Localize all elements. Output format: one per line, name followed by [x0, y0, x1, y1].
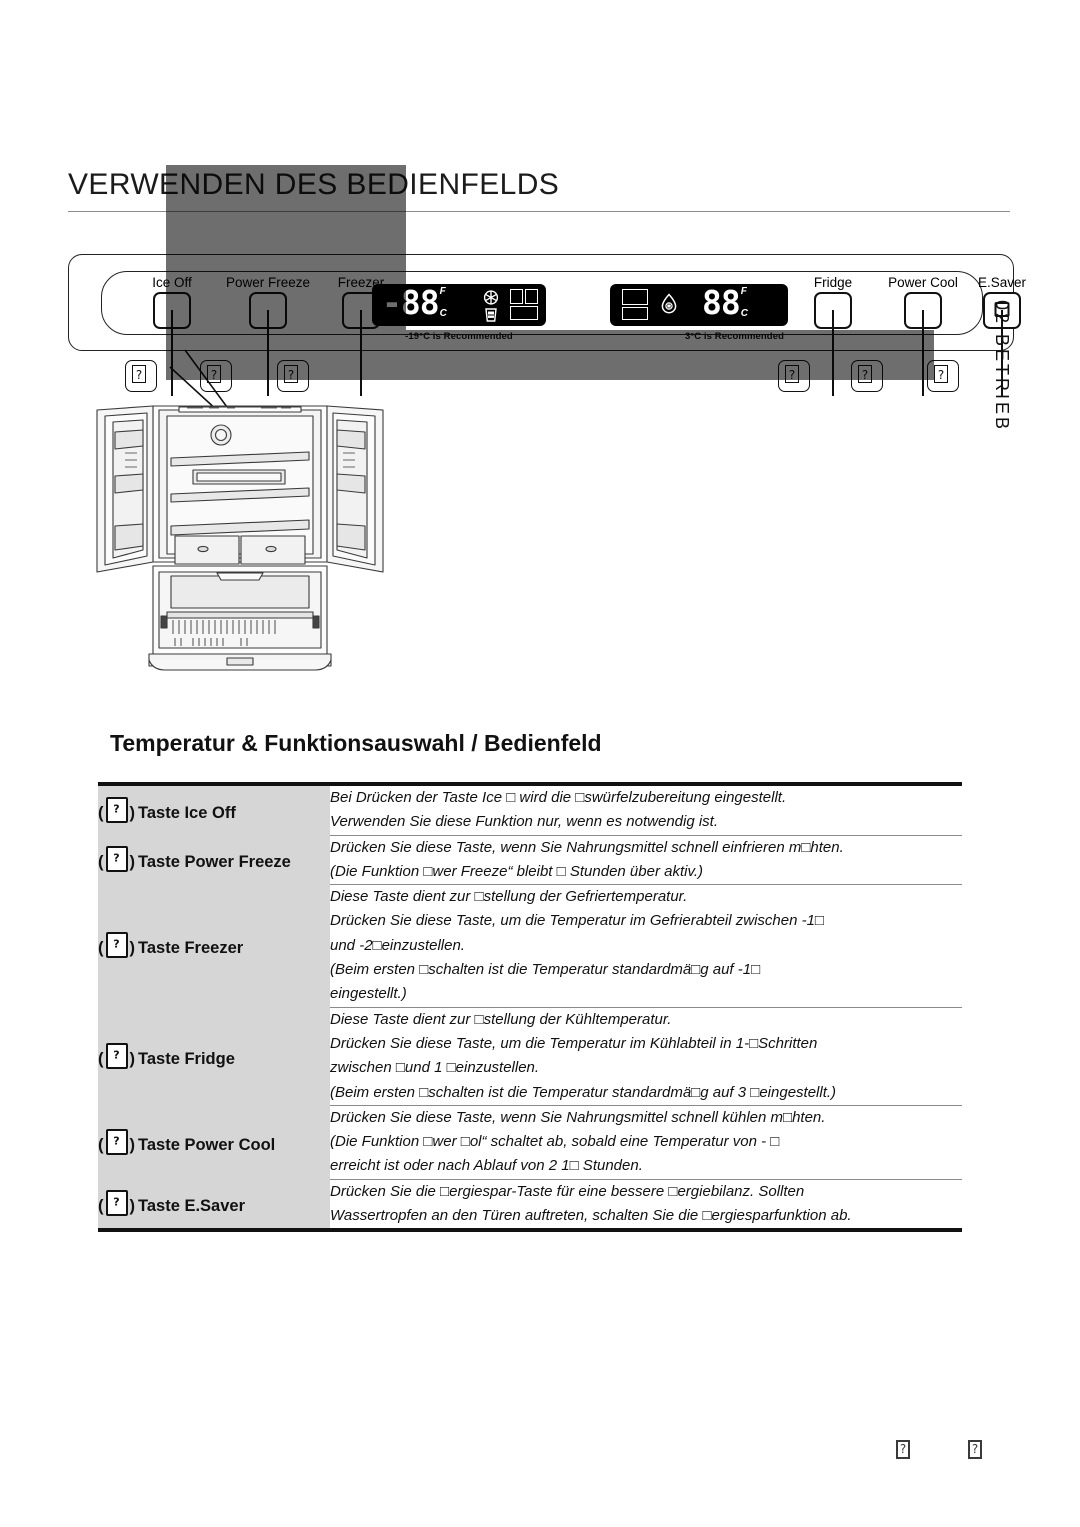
- row-desc-e-saver: Drücken Sie die □ergiespar-Taste für ein…: [330, 1178, 962, 1229]
- desc-line: Diese Taste dient zur □stellung der Gefr…: [330, 888, 688, 906]
- glyph-box-icon: ?: [105, 1042, 128, 1069]
- desc-line: Bei Drücken der Taste Ice □ wird die □sw…: [330, 789, 787, 806]
- fridge-temp-value: 88: [702, 283, 741, 322]
- row-key-label: Taste Fridge: [138, 1049, 235, 1068]
- snowflake-icon: [483, 290, 499, 305]
- glyph-char: ?: [113, 851, 120, 865]
- desc-line: zwischen □und 1 □einzustellen.: [330, 1059, 540, 1077]
- desc-line: Drücken Sie diese Taste, um die Temperat…: [330, 912, 824, 930]
- glyph-box-icon: ?: [105, 1190, 128, 1217]
- function-table-body: (?) Taste Ice Off Bei Drücken der Taste I…: [98, 786, 962, 1229]
- row-key-label-2: Cool: [238, 1135, 276, 1154]
- desc-line: Drücken Sie diese Taste, wenn Sie Nahrun…: [330, 1108, 826, 1126]
- desc-line: (Die Funktion □wer Freeze“ bleibt □ Stun…: [330, 862, 704, 880]
- table-row: (?) Taste Freezer Diese Taste dient zur □…: [98, 884, 962, 1008]
- desc-line: eingestellt.): [330, 985, 407, 1003]
- desc-line: (Beim ersten □schalten ist die Temperatu…: [330, 1083, 837, 1101]
- paren-close: ): [129, 1197, 136, 1216]
- desc-line: (Beim ersten □schalten ist die Temperatu…: [330, 961, 761, 979]
- footer-glyph-right: ?: [968, 1440, 982, 1459]
- table-row: (?) Taste Fridge Diese Taste dient zur □s…: [98, 1006, 962, 1106]
- paren-open: (: [98, 803, 104, 822]
- paren-close: ): [129, 1135, 136, 1154]
- desc-line: erreicht ist oder nach Ablauf von 2 1□ S…: [330, 1157, 643, 1175]
- row-key-label: Taste Ice Off: [138, 803, 236, 822]
- table-row: (?) Taste Power Cool Drücken Sie diese Ta…: [98, 1104, 962, 1180]
- unit-fahrenheit: F: [439, 286, 446, 297]
- gray-overlay-band: [166, 165, 406, 380]
- function-table: (?) Taste Ice Off Bei Drücken der Taste I…: [98, 782, 962, 1233]
- row-key-label: Taste Power: [138, 853, 234, 872]
- fridge-display: 88 F C 3°C is Recommended: [610, 284, 788, 342]
- unit-fahrenheit: F: [740, 286, 747, 297]
- desc-line: und -2□einzustellen.: [330, 936, 465, 954]
- row-key-label: Taste Freezer: [138, 939, 244, 958]
- desc-line: Drücken Sie die □ergiespar-Taste für ein…: [330, 1182, 805, 1200]
- row-desc-power-cool: Drücken Sie diese Taste, wenn Sie Nahrun…: [330, 1104, 962, 1180]
- row-desc-fridge: Diese Taste dient zur □stellung der Kühl…: [330, 1006, 962, 1106]
- ice-off-icon: [485, 308, 497, 322]
- row-key-fridge: (?) Taste Fridge: [98, 1007, 330, 1106]
- paren-close: ): [129, 939, 136, 958]
- desc-line: Drücken Sie diese Taste, um die Temperat…: [330, 1034, 818, 1052]
- fridge-temp-readout: 88 F C: [702, 286, 748, 319]
- row-key-power-freeze: (?) Taste Power Freeze: [98, 835, 330, 885]
- paren-close: ): [129, 853, 136, 872]
- row-desc-power-freeze: Drücken Sie diese Taste, wenn Sie Nahrun…: [330, 834, 962, 885]
- desc-line: Diese Taste dient zur □stellung der Kühl…: [330, 1010, 672, 1028]
- compartment-icon: [510, 289, 538, 321]
- paren-close: ): [129, 1049, 136, 1068]
- glyph-box: ?: [934, 365, 948, 383]
- row-key-freezer: (?) Taste Freezer: [98, 884, 330, 1008]
- glyph-box-icon: ?: [105, 932, 128, 959]
- table-row: (?) Taste Ice Off Bei Drücken der Taste I…: [98, 786, 962, 836]
- glyph-box-icon: ?: [105, 796, 128, 823]
- row-desc-ice-off: Bei Drücken der Taste Ice □ wird die □sw…: [330, 786, 962, 836]
- desc-line: Verwenden Sie diese Funktion nur, wenn e…: [330, 813, 719, 831]
- water-drop-icon: [661, 293, 677, 314]
- row-desc-freezer: Diese Taste dient zur □stellung der Gefr…: [330, 884, 962, 1008]
- row-key-label: Taste Power: [138, 1135, 234, 1154]
- unit-celsius: C: [439, 308, 447, 319]
- desc-line: Wassertropfen an den Türen auftreten, sc…: [330, 1207, 852, 1225]
- glyph-box-icon: ?: [105, 846, 128, 873]
- row-key-label-2: Freeze: [238, 853, 291, 872]
- compartment-icon: [622, 289, 648, 321]
- panel-button-power-cool[interactable]: Power Cool: [880, 275, 966, 396]
- paren-close: ): [129, 803, 136, 822]
- panel-button-label: Fridge: [813, 275, 853, 290]
- glyph-char: ?: [113, 1134, 120, 1148]
- desc-line: (Die Funktion □wer □ol“ schaltet ab, sob…: [330, 1133, 780, 1151]
- gray-overlay-band-strip: [406, 330, 934, 380]
- row-key-e-saver: (?) Taste E.Saver: [98, 1179, 330, 1229]
- panel-button-fridge[interactable]: Fridge: [806, 275, 860, 396]
- glyph-char: ?: [113, 1195, 120, 1209]
- page-footer: ? ?: [0, 1432, 1080, 1472]
- row-key-ice-off: (?) Taste Ice Off: [98, 786, 330, 836]
- paren-open: (: [98, 939, 104, 958]
- glyph-char: ?: [113, 1048, 120, 1062]
- glyph-char: ?: [113, 937, 120, 951]
- paren-open: (: [98, 1197, 104, 1216]
- chapter-tab: 02 BETRIEB: [992, 300, 1012, 433]
- row-key-label: Taste E.Saver: [138, 1197, 246, 1216]
- glyph-box-icon: ?: [105, 1128, 128, 1155]
- section-heading: Temperatur & Funktionsauswahl / Bedienfe…: [110, 730, 602, 756]
- paren-open: (: [98, 1049, 104, 1068]
- footer-glyph-left: ?: [896, 1440, 910, 1459]
- manual-page: VERWENDEN DES BEDIENFELDS Ice Off Power …: [0, 0, 1080, 1527]
- panel-button-label: E.Saver: [977, 275, 1027, 290]
- panel-button-label: Power Cool: [888, 275, 958, 290]
- paren-open: (: [98, 853, 104, 872]
- table-row: (?) Taste E.Saver Drücken Sie die □ergies…: [98, 1178, 962, 1229]
- paren-open: (: [98, 1135, 104, 1154]
- desc-line: Drücken Sie diese Taste, wenn Sie Nahrun…: [330, 838, 844, 856]
- french-door-refrigerator-illustration: [96, 405, 384, 671]
- glyph-char: ?: [113, 802, 120, 816]
- table-row: (?) Taste Power Freeze Drücken Sie diese …: [98, 834, 962, 885]
- unit-celsius: C: [740, 308, 748, 319]
- row-key-power-cool: (?) Taste Power Cool: [98, 1105, 330, 1180]
